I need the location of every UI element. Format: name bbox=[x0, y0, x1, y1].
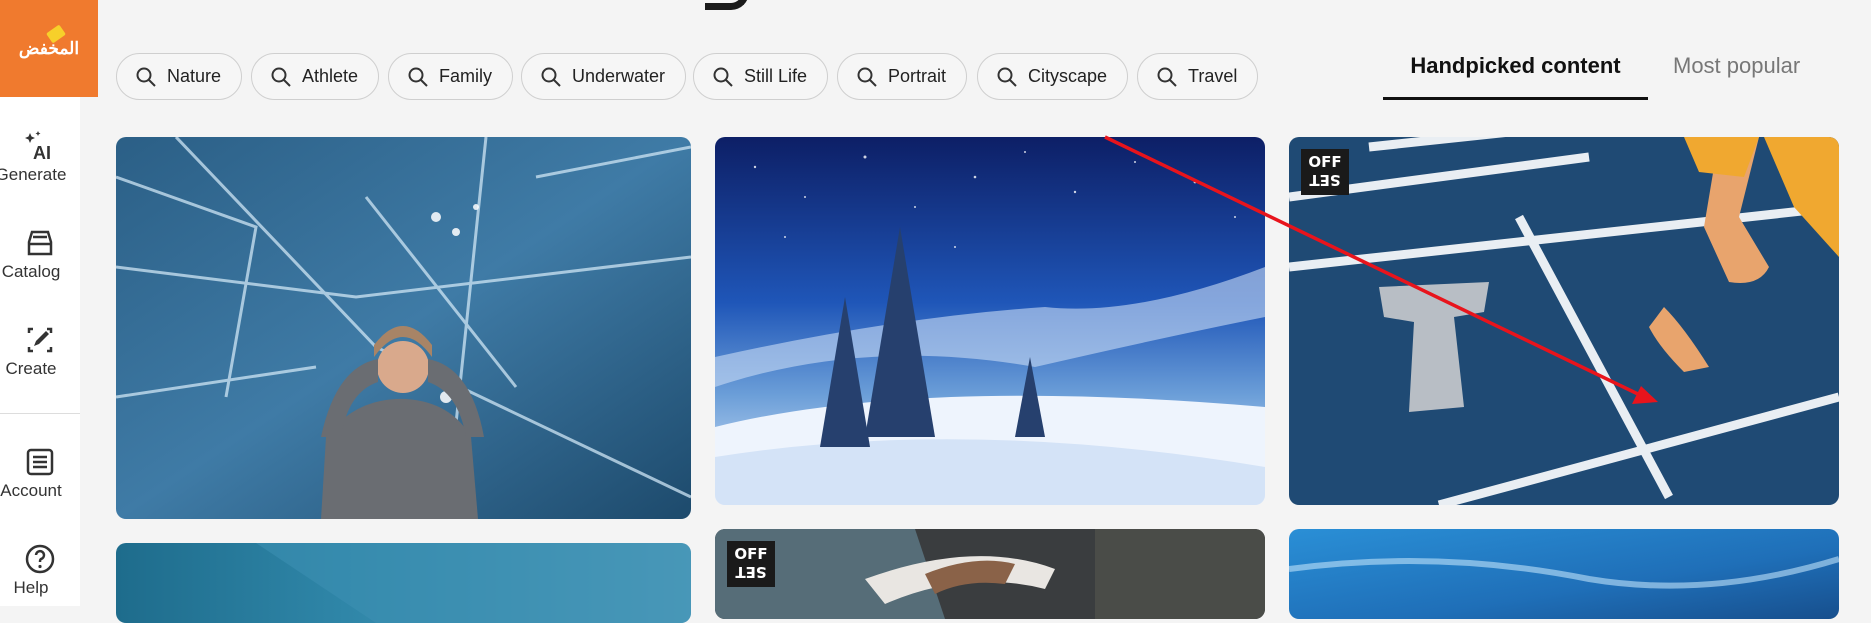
search-icon bbox=[136, 67, 156, 87]
ice-woman-photo bbox=[116, 137, 691, 519]
sidebar-item-catalog[interactable]: Catalog bbox=[0, 226, 80, 282]
sidebar-item-generate[interactable]: AI Generate bbox=[0, 129, 80, 185]
image-card-row2-left[interactable] bbox=[116, 543, 691, 623]
logo-text: المخفض bbox=[18, 38, 80, 58]
chip-family[interactable]: Family bbox=[388, 53, 513, 100]
tab-handpicked[interactable]: Handpicked content bbox=[1383, 50, 1648, 100]
sidebar-item-label: Catalog bbox=[1, 262, 61, 281]
chip-nature[interactable]: Nature bbox=[116, 53, 243, 100]
offset-badge: OFF SET bbox=[727, 541, 775, 587]
chip-label: Cityscape bbox=[1028, 66, 1108, 86]
account-icon bbox=[26, 448, 54, 476]
chip-still-life[interactable]: Still Life bbox=[693, 53, 829, 100]
ai-sparkle-icon: AI bbox=[25, 131, 51, 163]
image-card-ice-woman[interactable] bbox=[116, 137, 691, 519]
search-icon bbox=[271, 67, 291, 87]
search-icon bbox=[997, 67, 1017, 87]
chip-label: Nature bbox=[167, 66, 222, 86]
chip-travel[interactable]: Travel bbox=[1137, 53, 1259, 100]
sidebar-divider bbox=[0, 413, 80, 414]
brand-logo[interactable]: المخفض bbox=[0, 0, 98, 97]
sidebar-item-help[interactable]: Help bbox=[0, 542, 80, 598]
badge-text-bottom: SET bbox=[1309, 171, 1341, 189]
tab-most-popular[interactable]: Most popular bbox=[1673, 50, 1800, 100]
sidebar-item-label: Account bbox=[0, 481, 62, 500]
chip-underwater[interactable]: Underwater bbox=[521, 53, 687, 100]
sidebar: AI Generate Catalog Create Account Help bbox=[0, 97, 80, 606]
badge-text-top: OFF bbox=[1308, 153, 1342, 171]
search-icon bbox=[857, 67, 877, 87]
search-icon bbox=[1157, 67, 1177, 87]
image-card-track[interactable]: OFF SET bbox=[1289, 137, 1839, 505]
search-icon bbox=[713, 67, 733, 87]
page-title-fragment bbox=[705, 0, 749, 10]
chip-label: Underwater bbox=[572, 66, 666, 86]
chip-portrait[interactable]: Portrait bbox=[837, 53, 968, 100]
chip-label: Portrait bbox=[888, 66, 947, 86]
row2-left-photo bbox=[116, 543, 691, 623]
chip-label: Travel bbox=[1188, 66, 1238, 86]
badge-text-top: OFF bbox=[734, 545, 768, 563]
search-icon bbox=[408, 67, 428, 87]
chip-label: Family bbox=[439, 66, 492, 86]
sidebar-item-account[interactable]: Account bbox=[0, 445, 80, 501]
sidebar-item-label: Help bbox=[13, 578, 49, 597]
chip-label: Still Life bbox=[744, 66, 808, 86]
track-photo bbox=[1289, 137, 1839, 505]
search-icon bbox=[541, 67, 561, 87]
offset-badge: OFF SET bbox=[1301, 149, 1349, 195]
svg-text:AI: AI bbox=[33, 143, 51, 163]
create-edit-icon bbox=[27, 327, 53, 353]
catalog-icon bbox=[27, 230, 53, 256]
sidebar-item-label: Create bbox=[5, 359, 57, 378]
chip-cityscape[interactable]: Cityscape bbox=[977, 53, 1129, 100]
chip-athlete[interactable]: Athlete bbox=[251, 53, 380, 100]
sidebar-item-create[interactable]: Create bbox=[0, 323, 80, 379]
sidebar-item-label: Generate bbox=[0, 165, 67, 184]
winter-night-photo bbox=[715, 137, 1265, 505]
image-card-winter-night[interactable] bbox=[715, 137, 1265, 505]
chip-label: Athlete bbox=[302, 66, 359, 86]
help-icon bbox=[25, 544, 55, 574]
badge-text-bottom: SET bbox=[735, 563, 767, 581]
